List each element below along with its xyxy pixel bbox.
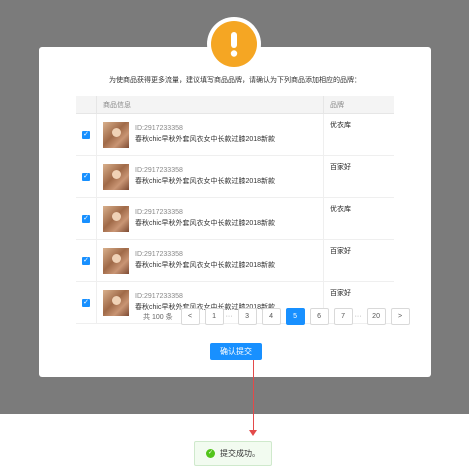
product-name: 春秋chic早秋外套风衣女中长款过膝2018新款	[135, 262, 276, 269]
header-brand: 品牌	[323, 96, 394, 114]
pagination-ellipsis[interactable]: ···	[355, 313, 362, 320]
product-thumbnail	[103, 121, 129, 148]
row-checkbox[interactable]: ✓	[82, 214, 90, 223]
product-thumbnail	[103, 163, 129, 190]
product-id: ID:2917233358	[135, 293, 183, 300]
product-thumbnail	[103, 247, 129, 274]
table-row: ✓ ID:2917233358 春秋chic早秋外套风衣女中长款过膝2018新款…	[76, 113, 394, 156]
submit-button[interactable]: 确认提交	[210, 343, 262, 360]
brand-confirm-dialog: 为使商品获得更多流量，建议填写商品品牌，请确认为下列商品添加相应的品牌： 商品信…	[39, 47, 431, 377]
prev-page-button[interactable]: <	[180, 308, 200, 325]
header-checkbox-cell	[76, 96, 97, 114]
product-name: 春秋chic早秋外套风衣女中长款过膝2018新款	[135, 136, 276, 143]
page-5-button[interactable]: 5	[285, 308, 305, 325]
row-checkbox[interactable]: ✓	[82, 172, 90, 181]
page-3-button[interactable]: 3	[237, 308, 257, 325]
annotation-arrow-line	[253, 360, 254, 432]
table-header-row: 商品信息 品牌	[76, 96, 394, 114]
product-name: 春秋chic早秋外套风衣女中长款过膝2018新款	[135, 178, 276, 185]
product-id: ID:2917233358	[135, 167, 183, 174]
dialog-notice: 为使商品获得更多流量，建议填写商品品牌，请确认为下列商品添加相应的品牌：	[109, 77, 361, 84]
product-brand[interactable]: 优衣库	[323, 113, 394, 156]
next-page-button[interactable]: >	[390, 308, 410, 325]
product-brand[interactable]: 百家好	[323, 155, 394, 198]
product-thumbnail	[103, 205, 129, 232]
page-7-button[interactable]: 7	[333, 308, 353, 325]
page-1-button[interactable]: 1	[204, 308, 224, 325]
pagination: 共 100 条 < 1 ··· 3 4 5 6 7 ··· 20 >	[143, 308, 415, 325]
check-circle-icon: ✓	[206, 449, 215, 458]
table-row: ✓ ID:2917233358 春秋chic早秋外套风衣女中长款过膝2018新款…	[76, 155, 394, 198]
product-name: 春秋chic早秋外套风衣女中长款过膝2018新款	[135, 220, 276, 227]
warning-badge	[207, 17, 261, 71]
pagination-total: 共 100 条	[143, 313, 173, 321]
header-product: 商品信息	[96, 96, 324, 114]
page-6-button[interactable]: 6	[309, 308, 329, 325]
table-row: ✓ ID:2917233358 春秋chic早秋外套风衣女中长款过膝2018新款…	[76, 197, 394, 240]
table-row: ✓ ID:2917233358 春秋chic早秋外套风衣女中长款过膝2018新款…	[76, 239, 394, 282]
page-20-button[interactable]: 20	[366, 308, 386, 325]
row-checkbox[interactable]: ✓	[82, 298, 90, 307]
success-toast: ✓ 提交成功。	[194, 441, 272, 466]
product-id: ID:2917233358	[135, 251, 183, 258]
toast-message: 提交成功。	[220, 449, 260, 458]
page-4-button[interactable]: 4	[261, 308, 281, 325]
product-brand[interactable]: 优衣库	[323, 197, 394, 240]
row-checkbox[interactable]: ✓	[82, 130, 90, 139]
row-checkbox[interactable]: ✓	[82, 256, 90, 265]
pagination-ellipsis[interactable]: ···	[226, 313, 233, 320]
product-table: 商品信息 品牌 ✓ ID:2917233358 春秋chic早秋外套风衣女中长款…	[76, 96, 394, 324]
product-thumbnail	[103, 289, 129, 316]
product-brand[interactable]: 百家好	[323, 239, 394, 282]
annotation-arrow-head	[249, 430, 257, 436]
product-id: ID:2917233358	[135, 209, 183, 216]
product-id: ID:2917233358	[135, 125, 183, 132]
warning-icon	[211, 21, 257, 67]
